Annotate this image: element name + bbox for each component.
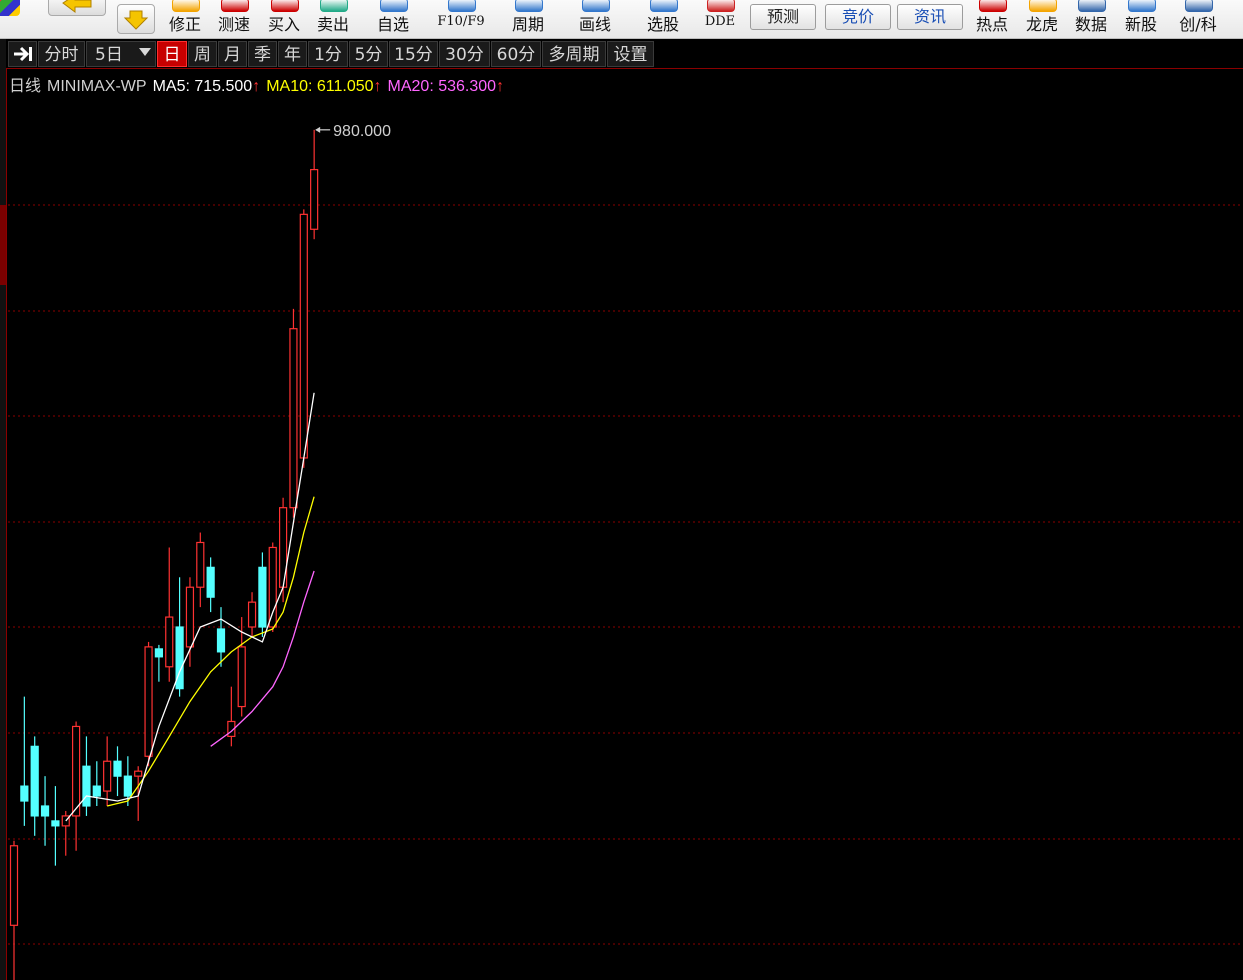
candle-body-13 bbox=[144, 646, 153, 757]
candle-body-9 bbox=[103, 760, 112, 792]
ma20-label: MA20: 536.300↑ bbox=[388, 78, 505, 95]
candle-body-11 bbox=[123, 775, 132, 797]
candle-body-29 bbox=[310, 169, 319, 230]
candle-body-28 bbox=[299, 213, 308, 459]
candle-body-23 bbox=[247, 601, 257, 628]
candle-body-10 bbox=[113, 760, 122, 777]
candle-body-20 bbox=[216, 628, 226, 653]
candle-body-14 bbox=[154, 648, 163, 658]
candle-body-18 bbox=[196, 541, 205, 588]
ma5-value: MA5: 715.500 bbox=[152, 78, 253, 95]
candle-body-17 bbox=[185, 586, 195, 648]
candle-body-15 bbox=[165, 616, 174, 668]
candle-body-4 bbox=[51, 820, 60, 827]
candle-body-25 bbox=[268, 546, 277, 628]
candle-body-2 bbox=[30, 745, 39, 817]
candle-body-24 bbox=[258, 566, 267, 628]
period-label: 日线 bbox=[9, 78, 42, 95]
candle-body-12 bbox=[134, 770, 143, 777]
candle-body-0 bbox=[9, 845, 19, 926]
ma10-label: MA10: 611.050↑ bbox=[266, 78, 381, 95]
candle-body-6 bbox=[71, 725, 81, 817]
ma10-value: MA10: 611.050 bbox=[266, 78, 374, 95]
ma20-up-arrow-icon: ↑ bbox=[496, 78, 505, 95]
kline-chart[interactable]: 980.000 bbox=[0, 0, 1243, 980]
ma5-label: MA5: 715.500↑ bbox=[153, 78, 261, 95]
candle-body-8 bbox=[92, 785, 101, 797]
ma10-up-arrow-icon: ↑ bbox=[373, 78, 382, 95]
indicator-legend: 日线 MINIMAX-WP MA5: 715.500↑ MA10: 611.050↑ M… bbox=[9, 72, 510, 95]
ma5-up-arrow-icon: ↑ bbox=[252, 78, 261, 95]
ma20-value: MA20: 536.300 bbox=[387, 78, 497, 95]
symbol-label: MINIMAX-WP bbox=[47, 78, 147, 95]
stock-chart-window: 修正 测速 买入 卖出 自选 F10/F9 周期 画线 选股 DDE 预测 竞价 资讯 热点 龙虎 数据 新股创… bbox=[0, 0, 1243, 980]
candle-body-3 bbox=[40, 805, 50, 817]
candle-body-27 bbox=[289, 328, 298, 509]
candle-body-1 bbox=[20, 785, 29, 802]
candle-body-19 bbox=[206, 566, 215, 598]
high-marker-arrow-icon bbox=[315, 126, 321, 133]
candle-body-22 bbox=[237, 646, 246, 708]
high-marker-label: 980.000 bbox=[333, 123, 391, 140]
